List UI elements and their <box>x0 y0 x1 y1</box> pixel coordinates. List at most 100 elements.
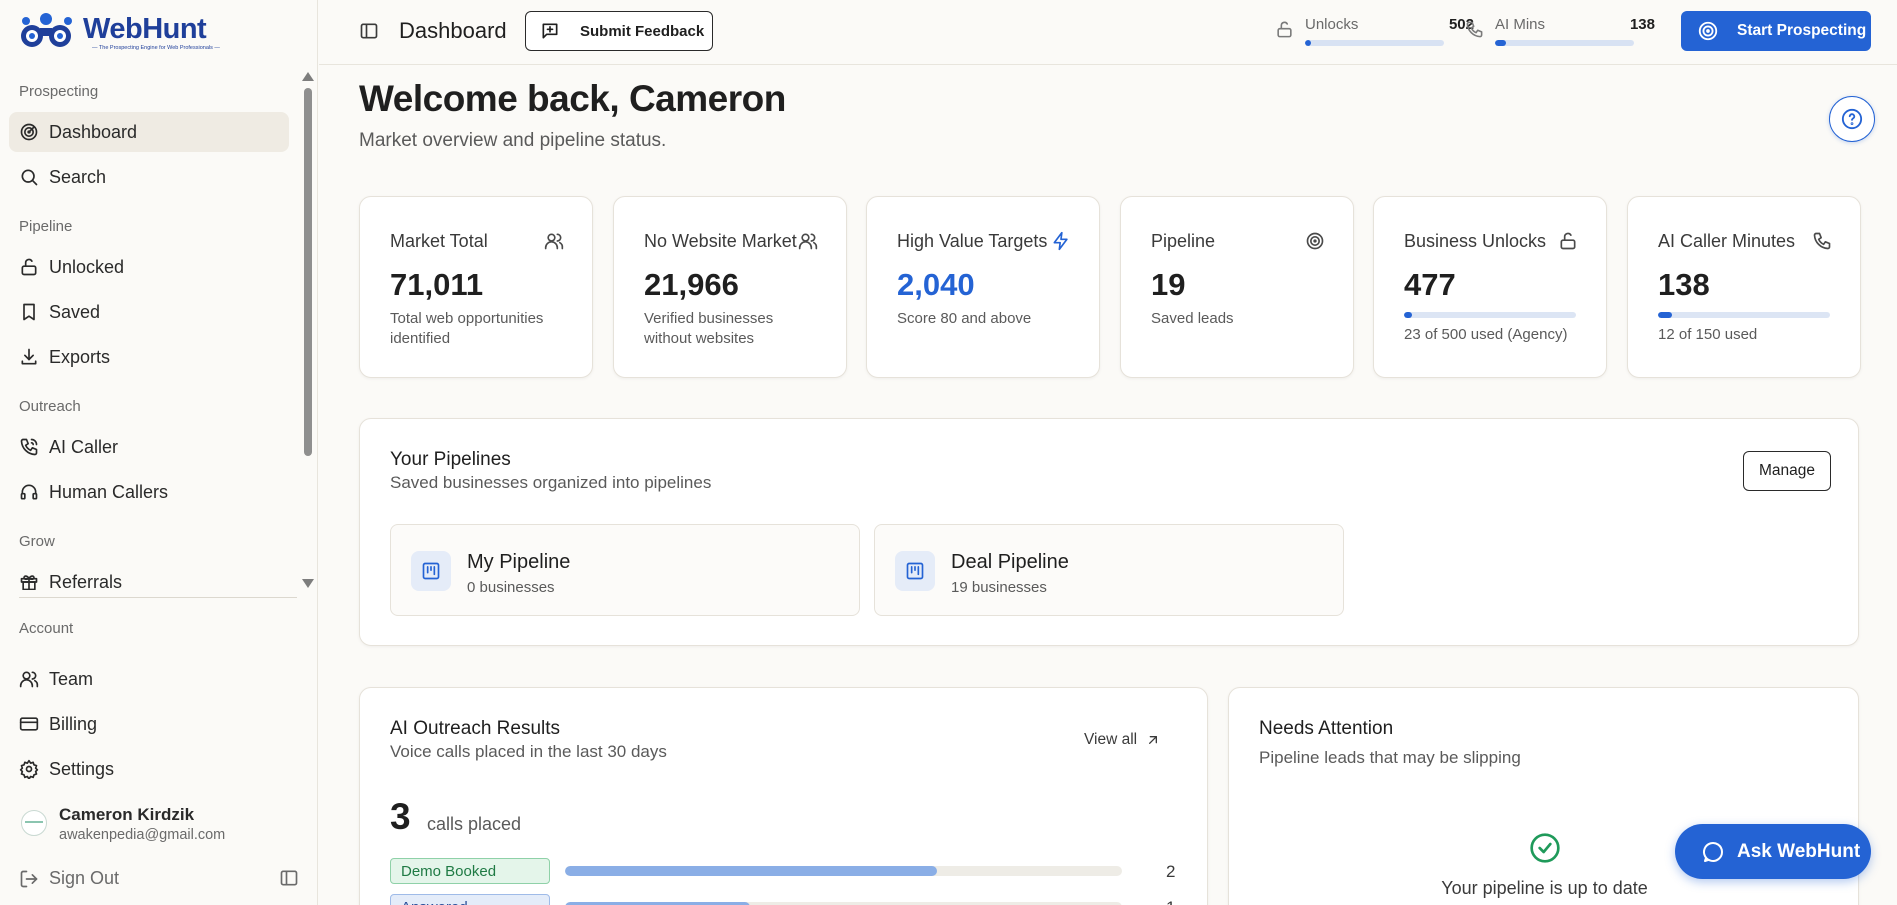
section-label-prospecting: Prospecting <box>19 83 99 100</box>
sidebar-item-referrals[interactable]: Referrals <box>9 562 289 590</box>
result-count: 2 <box>1166 862 1176 881</box>
sidebar-item-label: Unlocked <box>49 256 125 277</box>
message-plus-icon <box>542 23 558 39</box>
phone-call-icon <box>20 438 38 456</box>
result-count: 1 <box>1166 898 1175 905</box>
unlock-icon <box>21 258 37 276</box>
unlocks-label: Unlocks <box>1305 16 1359 33</box>
sidebar-item-label: Search <box>49 166 107 187</box>
ask-webhunt-label: Ask WebHunt <box>1737 840 1861 862</box>
credit-card-icon <box>19 717 39 731</box>
pipeline-tile-my-pipeline[interactable]: My Pipeline 0 businesses <box>390 524 860 616</box>
page-title: Dashboard <box>399 18 507 43</box>
stat-value: 21,966 <box>644 267 739 302</box>
chat-bubble-icon <box>1703 841 1724 862</box>
sidebar-item-unlocked[interactable]: Unlocked <box>9 247 289 287</box>
stat-description: 23 of 500 used (Agency) <box>1404 326 1568 343</box>
pipeline-tile-deal-pipeline[interactable]: Deal Pipeline 19 businesses <box>874 524 1344 616</box>
pipeline-count: 0 businesses <box>467 579 555 596</box>
attention-title: Needs Attention <box>1259 718 1394 739</box>
result-bar-track <box>565 866 1122 876</box>
unlocks-progress <box>1305 40 1444 46</box>
stat-value: 138 <box>1658 267 1710 302</box>
scroll-up-arrow[interactable] <box>302 72 314 81</box>
section-label-account: Account <box>19 620 74 637</box>
attention-empty-text: Your pipeline is up to date <box>1441 878 1648 898</box>
kanban-icon <box>422 562 440 580</box>
sidebar-item-label: Team <box>49 668 94 689</box>
pipeline-icon-wrapper <box>411 551 451 591</box>
stat-card-no-website-market: No Website Market 21,966 Verified busine… <box>613 196 847 378</box>
stat-label: No Website Market <box>644 231 797 251</box>
stat-description: Saved leads <box>1151 310 1234 327</box>
stat-progress <box>1658 312 1830 318</box>
zap-icon <box>1053 231 1068 251</box>
ask-webhunt-button[interactable]: Ask WebHunt <box>1675 824 1871 879</box>
sign-out-button[interactable]: Sign Out <box>19 868 119 889</box>
outreach-subtitle: Voice calls placed in the last 30 days <box>390 742 667 761</box>
gift-icon <box>20 575 38 590</box>
logo[interactable]: WebHunt — The Prospecting Engine for Web… <box>18 10 238 54</box>
arrow-up-right-icon <box>1149 736 1158 744</box>
sidebar-collapse-icon[interactable] <box>279 868 299 888</box>
sidebar-nav: Prospecting Dashboard Search Pipeline Un… <box>0 70 300 590</box>
stat-progress-fill <box>1404 312 1412 318</box>
check-circle-icon <box>1530 833 1560 863</box>
scroll-thumb[interactable] <box>304 88 312 456</box>
search-icon <box>21 169 38 186</box>
stat-value: 477 <box>1404 267 1456 302</box>
user-avatar[interactable] <box>21 810 47 836</box>
stat-value: 71,011 <box>390 267 484 302</box>
ai-mins-progress <box>1495 40 1634 46</box>
stat-label: Pipeline <box>1151 231 1216 251</box>
sidebar-item-label: Dashboard <box>49 121 138 142</box>
section-label-grow: Grow <box>19 533 55 550</box>
submit-feedback-label: Submit Feedback <box>580 22 705 40</box>
sidebar-item-human-callers[interactable]: Human Callers <box>9 472 289 512</box>
ai-mins-progress-fill <box>1495 40 1507 46</box>
sidebar-item-exports[interactable]: Exports <box>9 337 289 377</box>
sidebar-scrollbar[interactable] <box>300 70 316 590</box>
attention-subtitle: Pipeline leads that may be slipping <box>1259 748 1521 767</box>
sidebar-item-label: Billing <box>49 713 98 734</box>
start-prospecting-button[interactable]: Start Prospecting <box>1681 11 1871 51</box>
welcome-subtitle: Market overview and pipeline status. <box>359 130 667 151</box>
stat-progress-fill <box>1658 312 1672 318</box>
sidebar-item-team[interactable]: Team <box>9 659 289 699</box>
result-bar-fill <box>565 866 937 876</box>
phone-icon <box>1466 21 1483 38</box>
help-button[interactable] <box>1829 96 1875 142</box>
manage-pipelines-button[interactable]: Manage <box>1743 451 1831 491</box>
sidebar-item-search[interactable]: Search <box>9 157 289 197</box>
unlocks-meter: Unlocks 502 <box>1275 14 1474 50</box>
pipelines-card: Your Pipelines Saved businesses organize… <box>359 418 1859 646</box>
ai-outreach-card: AI Outreach Results Voice calls placed i… <box>359 687 1208 905</box>
sidebar-item-ai-caller[interactable]: AI Caller <box>9 427 289 467</box>
sidebar-item-saved[interactable]: Saved <box>9 292 289 332</box>
view-all-link[interactable]: View all <box>1084 731 1161 749</box>
bookmark-icon <box>23 303 35 321</box>
kanban-icon <box>906 562 924 580</box>
panel-toggle-icon[interactable] <box>359 21 379 41</box>
sidebar-item-label: Saved <box>49 301 101 322</box>
radar-icon <box>20 123 38 141</box>
phone-icon <box>1813 232 1831 250</box>
unlocks-progress-fill <box>1305 40 1311 46</box>
users-icon <box>19 671 39 688</box>
ai-mins-label: AI Mins <box>1495 16 1546 33</box>
submit-feedback-button[interactable]: Submit Feedback <box>525 11 713 51</box>
unlock-icon <box>1277 21 1292 38</box>
ai-mins-value: 138 <box>1629 16 1655 33</box>
sidebar-item-settings[interactable]: Settings <box>9 749 289 789</box>
sidebar-item-label: Human Callers <box>49 481 169 502</box>
stat-card-high-value-targets: High Value Targets 2,040 Score 80 and ab… <box>866 196 1100 378</box>
sidebar-item-label: Exports <box>49 346 111 367</box>
sidebar-item-billing[interactable]: Billing <box>9 704 289 744</box>
sidebar-item-dashboard[interactable]: Dashboard <box>9 112 289 152</box>
scroll-down-arrow[interactable] <box>302 579 314 588</box>
result-badge-answered: Answered <box>390 894 550 905</box>
stat-description: Total web opportunities identified <box>390 310 544 347</box>
download-icon <box>21 348 37 365</box>
sign-out-label: Sign Out <box>49 868 120 888</box>
stat-value: 2,040 <box>897 267 975 302</box>
